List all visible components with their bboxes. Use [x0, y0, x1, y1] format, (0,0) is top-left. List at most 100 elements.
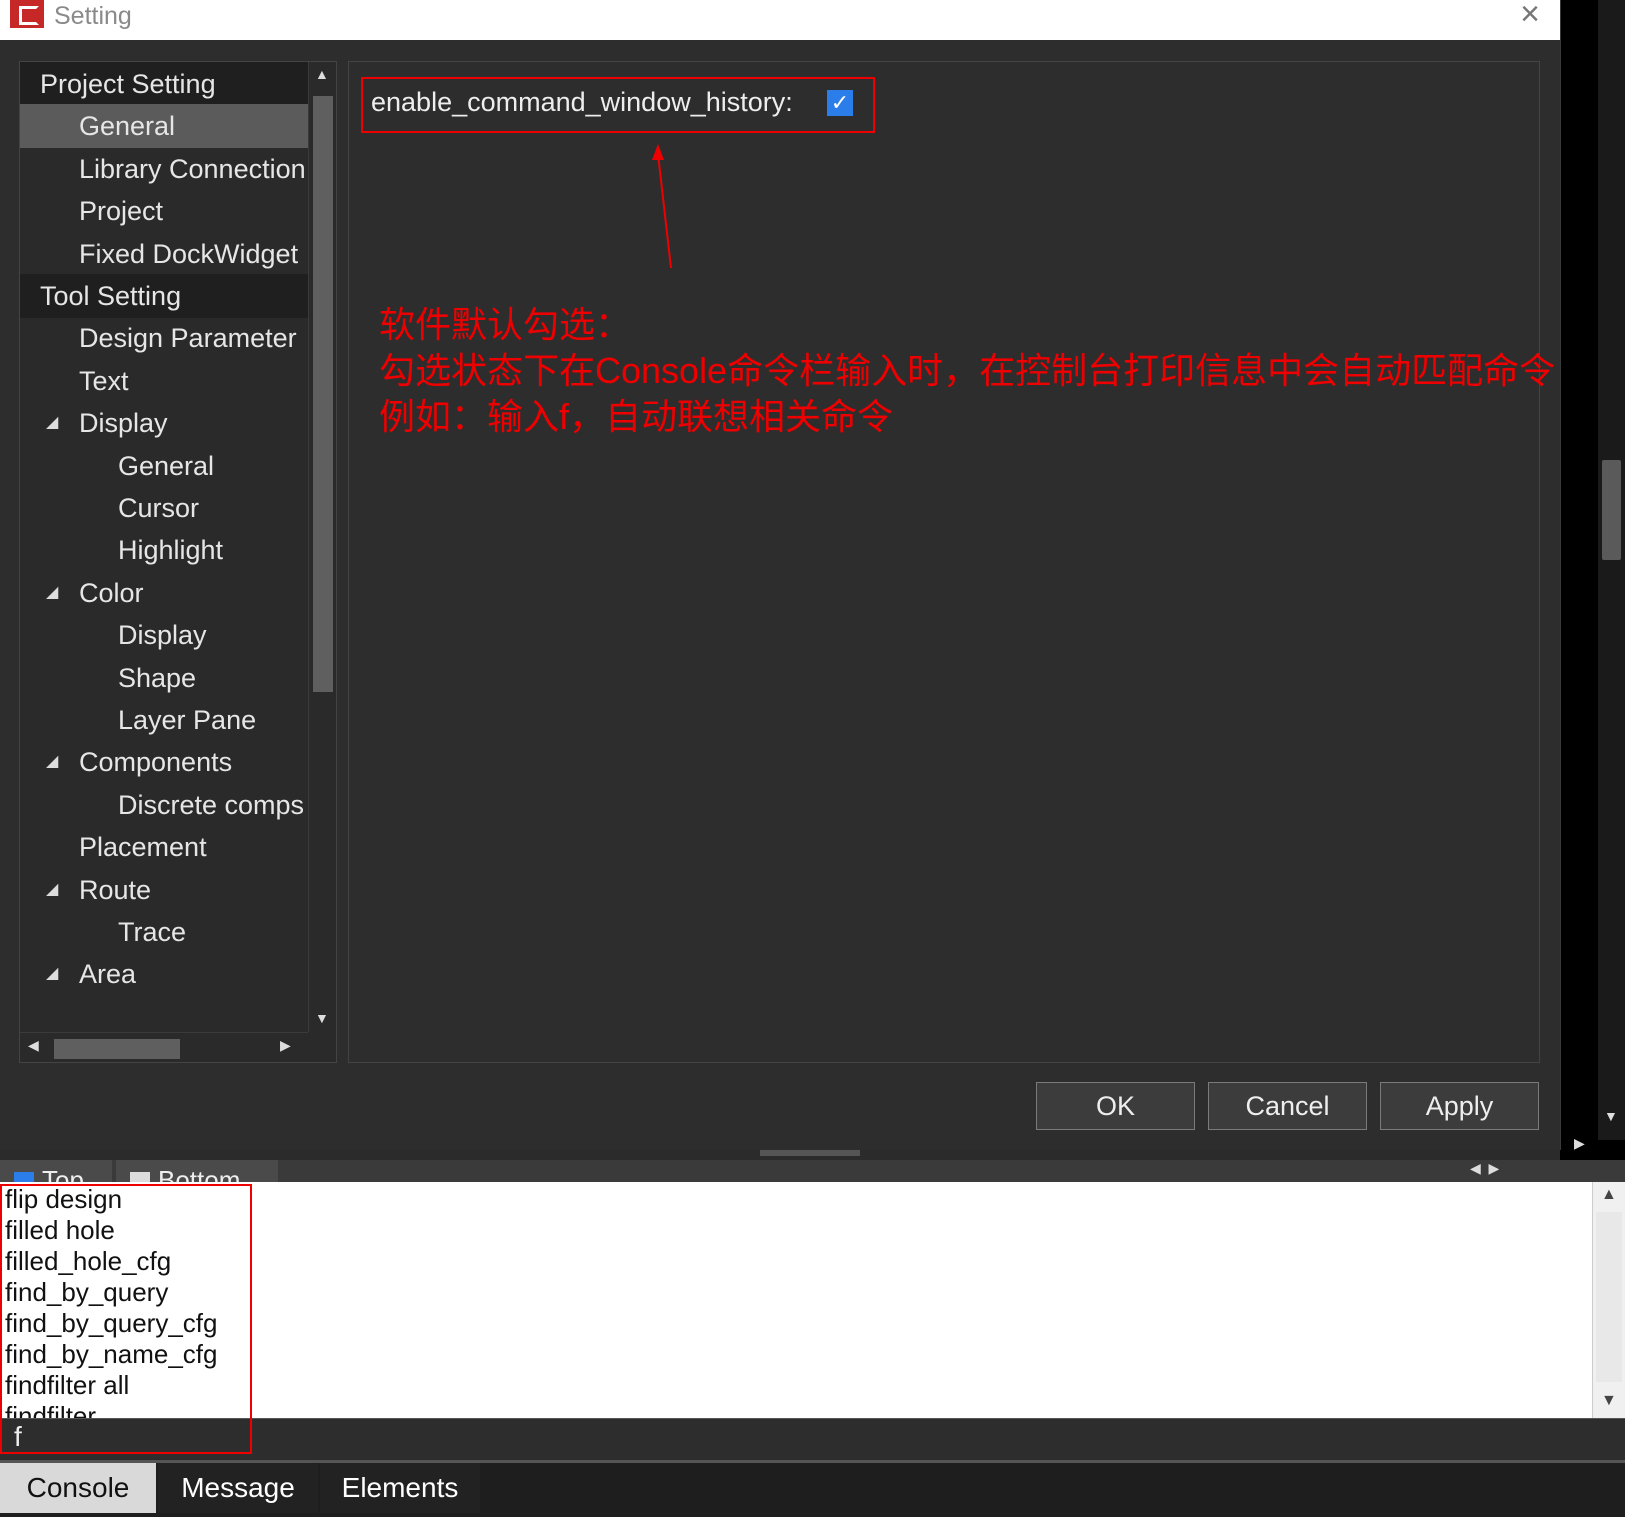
scroll-up-arrow-icon[interactable]: ▲	[1601, 1186, 1617, 1204]
scroll-down-arrow-icon[interactable]: ▼	[315, 1010, 329, 1026]
background-scroll-thumb[interactable]	[1602, 460, 1621, 560]
tree-item-label: Shape	[118, 662, 197, 693]
tree-item-label: General	[118, 450, 215, 481]
expand-triangle-icon[interactable]: ◢	[46, 571, 58, 615]
settings-content: enable_command_window_history: ✓ 软件默认勾选：…	[348, 61, 1555, 1063]
tree-item-label: Library Connection	[79, 153, 306, 184]
tree-item-label: Display	[79, 408, 168, 439]
title-bar: Setting ×	[0, 0, 1560, 40]
tree-item-label: Text	[79, 365, 129, 396]
tree-item-label: Highlight	[118, 535, 224, 566]
annotation-line: 例如：输入f，自动联想相关命令	[379, 396, 894, 437]
scroll-up-arrow-icon[interactable]: ▲	[315, 66, 329, 82]
tree-scroll-thumb[interactable]	[313, 96, 333, 692]
console-suggestion[interactable]: filled_hole_cfg	[5, 1246, 171, 1277]
scroll-right-arrow-icon[interactable]: ▶	[280, 1037, 291, 1054]
tree-item[interactable]: Highlight	[20, 528, 308, 572]
tree-item-label: Display	[118, 620, 207, 651]
tab-elements[interactable]: Elements	[320, 1463, 480, 1513]
tree-item-label: Placement	[79, 832, 207, 863]
annotation-line: 软件默认勾选：	[379, 304, 632, 345]
tree-item[interactable]: Project Setting	[20, 62, 308, 106]
tab-bottom[interactable]: Bottom	[116, 1160, 278, 1182]
tree-item-label: Route	[79, 874, 152, 905]
console-suggestion[interactable]: flip design	[5, 1184, 122, 1215]
tree-item-label: Design Parameter	[79, 323, 297, 354]
tab-top-label: Top	[42, 1165, 84, 1182]
tab-console[interactable]: Console	[0, 1463, 156, 1513]
window-title: Setting	[54, 2, 132, 30]
tree-item-label: Discrete comps	[118, 789, 305, 820]
tree-item[interactable]: Design Parameter	[20, 316, 308, 360]
console-suggestion[interactable]: filled hole	[5, 1215, 115, 1246]
settings-tree: Project Setting General Library Connection…	[19, 61, 337, 1063]
tree-item[interactable]: Trace	[20, 910, 308, 954]
console-output: flip design filled hole filled_hole_cfg fin…	[0, 1182, 1592, 1418]
tree-vertical-scrollbar[interactable]: ▲ ▼	[308, 62, 336, 1032]
annotation-text: 软件默认勾选： 勾选状态下在Console命令栏输入时，在控制台打印信息中会自动…	[379, 302, 1555, 440]
annotation-arrow	[652, 144, 672, 269]
bottom-checkbox[interactable]	[130, 1172, 150, 1182]
tree-item[interactable]: Library Connection	[20, 147, 308, 191]
tree-item-label: Fixed DockWidget	[79, 238, 299, 269]
console-suggestion[interactable]: findfilter	[5, 1401, 96, 1418]
tree-item[interactable]: Project	[20, 189, 308, 233]
tree-item[interactable]: Cursor	[20, 486, 308, 530]
tree-item[interactable]: General	[20, 104, 308, 149]
tree-item-label: Tool Setting	[40, 281, 182, 311]
console-suggestion[interactable]: find_by_name_cfg	[5, 1339, 217, 1370]
close-icon[interactable]: ×	[1512, 0, 1548, 32]
bottom-tab-bar: Console Message Elements	[0, 1460, 1625, 1517]
tab-message[interactable]: Message	[158, 1463, 318, 1513]
expand-triangle-icon[interactable]: ◢	[46, 401, 58, 445]
tree-item[interactable]: Fixed DockWidget	[20, 232, 308, 276]
tab-top[interactable]: Top	[0, 1160, 112, 1182]
cancel-button[interactable]: Cancel	[1208, 1082, 1367, 1130]
scroll-down-arrow-icon[interactable]: ▼	[1604, 1108, 1618, 1124]
tree-hscroll-thumb[interactable]	[54, 1039, 180, 1059]
console-suggestion[interactable]: findfilter all	[5, 1370, 129, 1401]
tree-item[interactable]: Display	[20, 613, 308, 657]
scroll-right-arrow-icon[interactable]: ▶	[1574, 1135, 1585, 1152]
console-suggestion[interactable]: find_by_query	[5, 1277, 168, 1308]
ok-button[interactable]: OK	[1036, 1082, 1195, 1130]
expand-triangle-icon[interactable]: ◢	[46, 952, 58, 996]
expand-triangle-icon[interactable]: ◢	[46, 740, 58, 784]
tree-item[interactable]: ◢ Route	[20, 868, 308, 912]
background-view: ▼ ▶	[1560, 0, 1625, 1180]
tree-item[interactable]: Text	[20, 359, 308, 403]
console-scroll-thumb[interactable]	[1596, 1212, 1622, 1382]
tree-item[interactable]: Layer Pane	[20, 698, 308, 742]
tree-item[interactable]: Shape	[20, 656, 308, 700]
tree-item[interactable]: Discrete comps	[20, 783, 308, 827]
expand-triangle-icon[interactable]: ◢	[46, 868, 58, 912]
tree-item-label: Components	[79, 747, 233, 778]
apply-button[interactable]: Apply	[1380, 1082, 1539, 1130]
tree-item[interactable]: ◢ Display	[20, 401, 308, 445]
tree-item[interactable]: ◢ Color	[20, 571, 308, 615]
tree-item[interactable]: Placement	[20, 825, 308, 869]
setting-checkbox[interactable]: ✓	[827, 90, 853, 116]
setting-dialog: Setting × Project Setting General Library …	[0, 0, 1561, 1150]
console-vertical-scrollbar[interactable]: ▲ ▼	[1592, 1182, 1625, 1418]
tab-bottom-label: Bottom	[158, 1165, 241, 1182]
console-input-text[interactable]: f	[14, 1421, 22, 1453]
scroll-left-arrow-icon[interactable]: ◀	[28, 1037, 39, 1054]
tab-nav-arrows-icon[interactable]: ◀ ▶	[1470, 1160, 1499, 1177]
annotation-line: 勾选状态下在Console命令栏输入时，在控制台打印信息中会自动匹配命令	[379, 350, 1556, 391]
tree-item[interactable]: Tool Setting	[20, 274, 308, 318]
tree-item-label: Project Setting	[40, 69, 216, 99]
splitter-handle[interactable]	[760, 1150, 860, 1156]
layer-tabs: Top Bottom ◀ ▶	[0, 1160, 1625, 1182]
background-vertical-scrollbar[interactable]	[1598, 0, 1625, 1140]
tree-item-label: Color	[79, 577, 144, 608]
tree-item[interactable]: ◢ Components	[20, 740, 308, 784]
console-suggestion[interactable]: find_by_query_cfg	[5, 1308, 217, 1339]
tree-item-label: Cursor	[118, 493, 200, 523]
scroll-down-arrow-icon[interactable]: ▼	[1601, 1392, 1617, 1410]
top-checkbox[interactable]	[14, 1172, 34, 1182]
console-input[interactable]: f	[0, 1418, 1625, 1459]
tree-item[interactable]: General	[20, 444, 308, 488]
tree-item[interactable]: ◢ Area	[20, 952, 308, 996]
tree-horizontal-scrollbar[interactable]: ◀ ▶	[20, 1032, 308, 1062]
